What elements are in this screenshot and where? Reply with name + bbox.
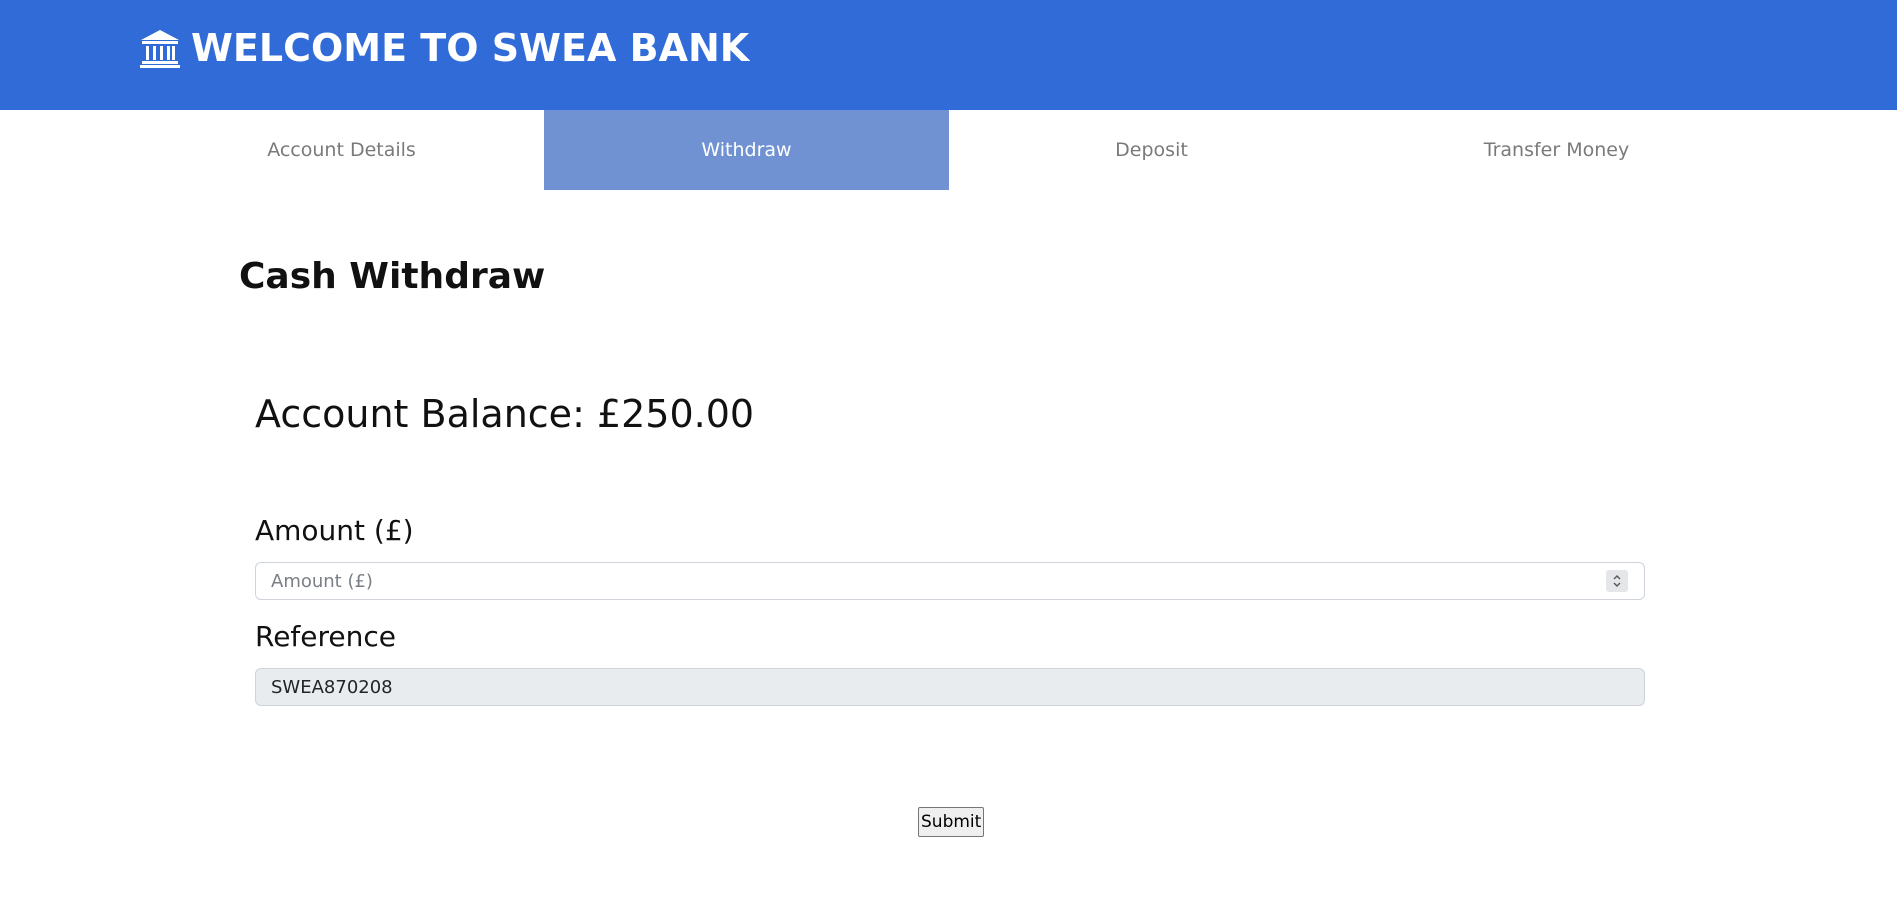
submit-button[interactable]: Submit	[918, 807, 985, 837]
reference-label: Reference	[255, 620, 396, 653]
tab-transfer-money[interactable]: Transfer Money	[1354, 110, 1759, 190]
bank-icon	[139, 27, 181, 69]
tab-account-details[interactable]: Account Details	[139, 110, 544, 190]
amount-label: Amount (£)	[255, 514, 414, 547]
amount-stepper[interactable]	[1606, 570, 1628, 592]
brand: WELCOME TO SWEA BANK	[139, 24, 749, 72]
main-tabs: Account Details Withdraw Deposit Transfe…	[139, 110, 1759, 190]
page-title: Cash Withdraw	[239, 256, 546, 297]
amount-input[interactable]	[255, 562, 1645, 600]
reference-field[interactable]	[255, 668, 1645, 706]
page-heading: WELCOME TO SWEA BANK	[191, 26, 750, 70]
account-balance: Account Balance: £250.00	[255, 392, 755, 436]
stepper-arrows-icon	[1613, 575, 1621, 587]
tab-deposit[interactable]: Deposit	[949, 110, 1354, 190]
top-banner: WELCOME TO SWEA BANK	[0, 0, 1897, 110]
tab-withdraw[interactable]: Withdraw	[544, 110, 949, 190]
